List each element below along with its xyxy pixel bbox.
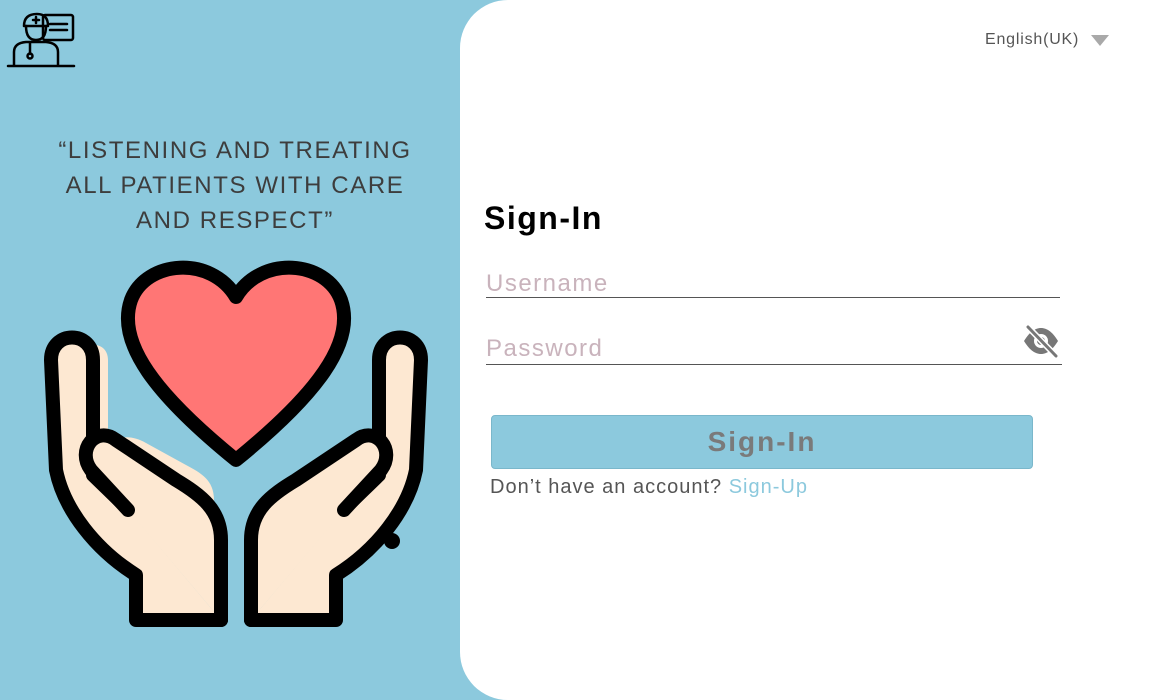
sign-in-button[interactable]: Sign-In <box>491 415 1033 469</box>
doctor-logo-icon <box>6 12 76 68</box>
language-selector[interactable]: English(UK) <box>985 31 1110 49</box>
language-label: English(UK) <box>985 31 1080 48</box>
eye-slash-icon[interactable] <box>1022 324 1060 358</box>
password-field-wrapper <box>486 324 1062 365</box>
username-field-wrapper <box>486 270 1060 298</box>
page-title: Sign-In <box>484 200 603 236</box>
dropdown-caret-icon <box>1091 34 1110 46</box>
password-input[interactable] <box>486 335 1006 363</box>
left-panel: “LISTENING AND TREATING ALL PATIENTS WIT… <box>0 0 470 700</box>
heart-hands-illustration <box>44 260 428 627</box>
signup-prompt: Don’t have an account? Sign-Up <box>490 476 808 499</box>
username-input[interactable] <box>486 270 1060 298</box>
sign-up-link[interactable]: Sign-Up <box>729 476 808 498</box>
tagline-quote: “LISTENING AND TREATING ALL PATIENTS WIT… <box>58 137 412 234</box>
no-account-text: Don’t have an account? <box>490 476 723 498</box>
sign-in-card: English(UK) Sign-In Sign-In Don’t have a… <box>460 0 1153 700</box>
